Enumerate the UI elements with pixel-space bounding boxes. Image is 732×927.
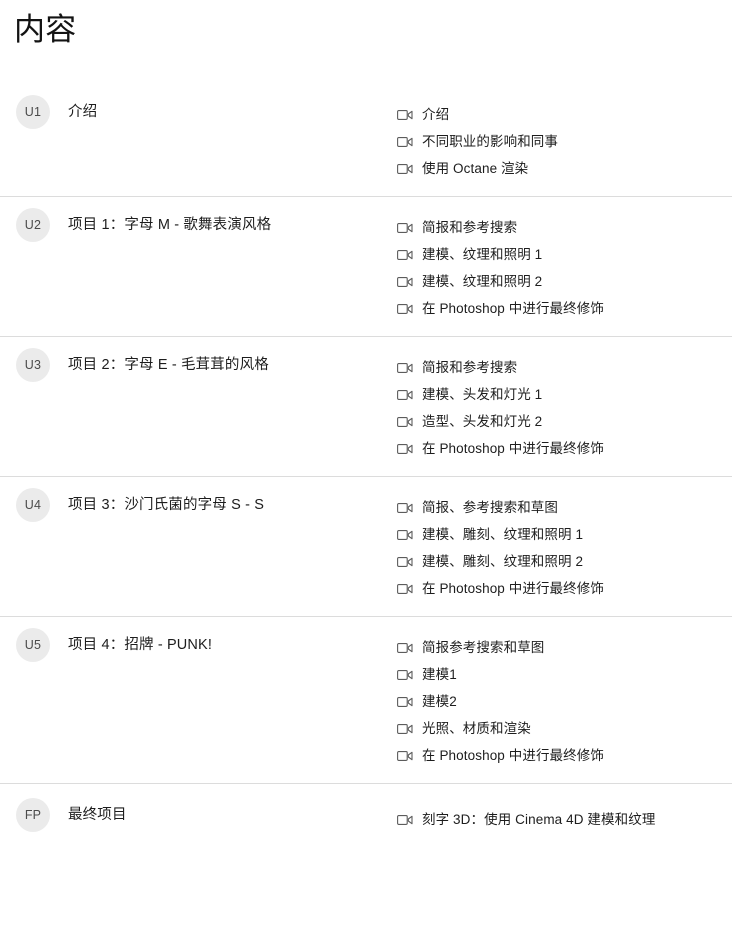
course-sections-list: U1 介绍 介绍 不同职业的影响和同事 使用 Octane 渲染 U2 项目 1：字母 M … — [0, 84, 732, 847]
video-camera-icon — [396, 499, 414, 517]
video-camera-icon — [396, 386, 414, 404]
lesson-title: 建模、纹理和照明 2 — [422, 273, 543, 289]
lesson-title: 刻字 3D：使用 Cinema 4D 建模和纹理 — [422, 811, 656, 827]
unit-badge: U4 — [16, 488, 50, 522]
section-header: FP 最终项目 — [0, 798, 396, 832]
course-section: U3 项目 2：字母 E - 毛茸茸的风格 简报和参考搜索建模、头发和灯光 1 造型、… — [0, 336, 732, 476]
section-header: U5 项目 4：招牌 - PUNK! — [0, 628, 396, 662]
video-camera-icon — [396, 693, 414, 711]
lesson-item[interactable]: 建模、纹理和照明 2 — [396, 268, 732, 295]
video-camera-icon — [396, 526, 414, 544]
lesson-title: 在 Photoshop 中进行最终修饰 — [422, 747, 604, 763]
lesson-title: 建模、头发和灯光 1 — [422, 386, 543, 402]
course-section: U2 项目 1：字母 M - 歌舞表演风格 简报和参考搜索建模、纹理和照明 1 建模、… — [0, 196, 732, 336]
video-camera-icon — [396, 300, 414, 318]
course-section: U1 介绍 介绍 不同职业的影响和同事 使用 Octane 渲染 — [0, 84, 732, 196]
lesson-title: 建模1 — [422, 666, 457, 682]
section-header: U1 介绍 — [0, 95, 396, 129]
lesson-title: 简报和参考搜索 — [422, 359, 518, 375]
lesson-list: 简报和参考搜索建模、头发和灯光 1 造型、头发和灯光 2 在 Photoshop 中… — [396, 348, 732, 462]
lesson-list: 刻字 3D：使用 Cinema 4D 建模和纹理 — [396, 798, 732, 833]
lesson-title: 建模、雕刻、纹理和照明 2 — [422, 553, 584, 569]
lesson-item[interactable]: 建模、头发和灯光 1 — [396, 381, 732, 408]
lesson-list: 介绍不同职业的影响和同事 使用 Octane 渲染 — [396, 95, 732, 182]
lesson-item[interactable]: 建模、雕刻、纹理和照明 1 — [396, 521, 732, 548]
course-section: FP 最终项目 刻字 3D：使用 Cinema 4D 建模和纹理 — [0, 783, 732, 847]
lesson-title: 建模、雕刻、纹理和照明 1 — [422, 526, 584, 542]
section-title: 项目 3：沙门氏菌的字母 S - S — [68, 497, 265, 513]
lesson-list: 简报、参考搜索和草图建模、雕刻、纹理和照明 1 建模、雕刻、纹理和照明 2 在 Ph… — [396, 488, 732, 602]
lesson-item[interactable]: 建模2 — [396, 688, 732, 715]
lesson-item[interactable]: 造型、头发和灯光 2 — [396, 408, 732, 435]
lesson-item[interactable]: 光照、材质和渲染 — [396, 715, 732, 742]
lesson-list: 简报参考搜索和草图 建模1 建模2 光照、材质和渲染在 Photoshop 中进行最终… — [396, 628, 732, 769]
lesson-title: 在 Photoshop 中进行最终修饰 — [422, 440, 604, 456]
video-camera-icon — [396, 219, 414, 237]
lesson-item[interactable]: 不同职业的影响和同事 — [396, 128, 732, 155]
lesson-title: 建模2 — [422, 693, 457, 709]
section-title: 项目 4：招牌 - PUNK! — [68, 637, 213, 653]
lesson-item[interactable]: 建模、纹理和照明 1 — [396, 241, 732, 268]
section-title: 项目 1：字母 M - 歌舞表演风格 — [68, 217, 272, 233]
lesson-item[interactable]: 简报和参考搜索 — [396, 354, 732, 381]
video-camera-icon — [396, 440, 414, 458]
lesson-title: 介绍 — [422, 106, 450, 122]
lesson-item[interactable]: 在 Photoshop 中进行最终修饰 — [396, 295, 732, 322]
course-contents-page: 内容 U1 介绍 介绍 不同职业的影响和同事 使用 Octane 渲染 U2 项目 1：字母… — [0, 0, 732, 927]
lesson-item[interactable]: 建模1 — [396, 661, 732, 688]
course-section: U4 项目 3：沙门氏菌的字母 S - S 简报、参考搜索和草图建模、雕刻、纹理和照… — [0, 476, 732, 616]
lesson-title: 使用 Octane 渲染 — [422, 160, 529, 176]
unit-badge: U1 — [16, 95, 50, 129]
page-title: 内容 — [14, 12, 77, 47]
lesson-title: 不同职业的影响和同事 — [422, 133, 558, 149]
video-camera-icon — [396, 747, 414, 765]
video-camera-icon — [396, 413, 414, 431]
video-camera-icon — [396, 160, 414, 178]
section-title: 项目 2：字母 E - 毛茸茸的风格 — [68, 357, 269, 373]
section-header: U3 项目 2：字母 E - 毛茸茸的风格 — [0, 348, 396, 382]
unit-badge: U5 — [16, 628, 50, 662]
unit-badge: U2 — [16, 208, 50, 242]
lesson-item[interactable]: 简报参考搜索和草图 — [396, 634, 732, 661]
section-header: U2 项目 1：字母 M - 歌舞表演风格 — [0, 208, 396, 242]
lesson-item[interactable]: 介绍 — [396, 101, 732, 128]
lesson-item[interactable]: 在 Photoshop 中进行最终修饰 — [396, 435, 732, 462]
unit-badge: FP — [16, 798, 50, 832]
video-camera-icon — [396, 639, 414, 657]
lesson-item[interactable]: 简报、参考搜索和草图 — [396, 494, 732, 521]
lesson-item[interactable]: 简报和参考搜索 — [396, 214, 732, 241]
lesson-title: 简报和参考搜索 — [422, 219, 518, 235]
section-title: 最终项目 — [68, 807, 127, 823]
video-camera-icon — [396, 106, 414, 124]
lesson-title: 在 Photoshop 中进行最终修饰 — [422, 300, 604, 316]
lesson-title: 建模、纹理和照明 1 — [422, 246, 543, 262]
unit-badge: U3 — [16, 348, 50, 382]
section-title: 介绍 — [68, 104, 98, 120]
lesson-item[interactable]: 刻字 3D：使用 Cinema 4D 建模和纹理 — [396, 806, 732, 833]
lesson-title: 简报参考搜索和草图 — [422, 639, 545, 655]
lesson-list: 简报和参考搜索建模、纹理和照明 1 建模、纹理和照明 2 在 Photoshop 中… — [396, 208, 732, 322]
video-camera-icon — [396, 811, 414, 829]
lesson-title: 造型、头发和灯光 2 — [422, 413, 543, 429]
lesson-title: 在 Photoshop 中进行最终修饰 — [422, 580, 604, 596]
lesson-item[interactable]: 使用 Octane 渲染 — [396, 155, 732, 182]
lesson-title: 光照、材质和渲染 — [422, 720, 531, 736]
video-camera-icon — [396, 133, 414, 151]
video-camera-icon — [396, 666, 414, 684]
lesson-title: 简报、参考搜索和草图 — [422, 499, 558, 515]
lesson-item[interactable]: 在 Photoshop 中进行最终修饰 — [396, 742, 732, 769]
video-camera-icon — [396, 553, 414, 571]
video-camera-icon — [396, 720, 414, 738]
video-camera-icon — [396, 359, 414, 377]
video-camera-icon — [396, 246, 414, 264]
course-section: U5 项目 4：招牌 - PUNK! 简报参考搜索和草图 建模1 建模2 光照、材质和渲染… — [0, 616, 732, 783]
lesson-item[interactable]: 建模、雕刻、纹理和照明 2 — [396, 548, 732, 575]
lesson-item[interactable]: 在 Photoshop 中进行最终修饰 — [396, 575, 732, 602]
video-camera-icon — [396, 580, 414, 598]
section-header: U4 项目 3：沙门氏菌的字母 S - S — [0, 488, 396, 522]
video-camera-icon — [396, 273, 414, 291]
